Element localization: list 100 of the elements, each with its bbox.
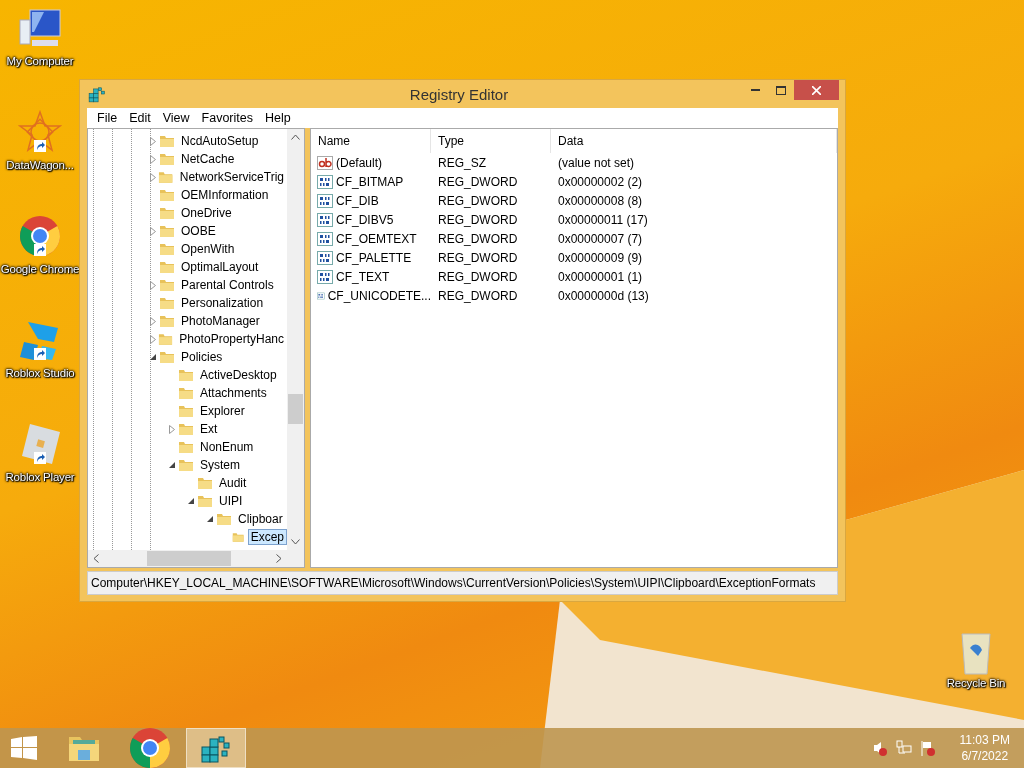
menu-item[interactable]: Favorites [195, 111, 259, 125]
value-name[interactable]: CF_DIBV5 [336, 212, 394, 227]
tree-item[interactable]: ActiveDesktop [197, 367, 280, 383]
tree-item[interactable]: Attachments [197, 385, 270, 401]
menu-item[interactable]: View [156, 111, 196, 125]
folder-icon [197, 493, 213, 509]
value-name[interactable]: CF_TEXT [336, 269, 390, 284]
folder-icon [159, 349, 175, 365]
tree-item[interactable]: Parental Controls [178, 277, 277, 293]
folder-icon [68, 734, 100, 762]
flag-error-icon[interactable] [919, 740, 936, 756]
value-data: 0x00000009 (9) [557, 250, 644, 265]
folder-icon [178, 403, 194, 419]
horizontal-scrollbar[interactable] [88, 550, 304, 567]
folder-icon [178, 421, 194, 437]
tree-item[interactable]: Policies [178, 349, 226, 365]
binary-value-icon [317, 269, 333, 284]
value-name[interactable]: CF_PALETTE [336, 250, 412, 265]
scrollbar-thumb[interactable] [288, 394, 303, 424]
tree-item[interactable]: UIPI [216, 493, 246, 509]
tree-item[interactable]: OneDrive [178, 205, 235, 221]
value-name[interactable]: CF_DIB [336, 193, 379, 208]
tree-item[interactable]: NetCache [178, 151, 238, 167]
scroll-down-icon[interactable] [291, 539, 300, 545]
tree-item[interactable]: System [197, 457, 243, 473]
value-name[interactable]: (Default) [336, 155, 382, 170]
value-name[interactable]: CF_OEMTEXT [336, 231, 417, 246]
shortcut-arrow-icon [34, 244, 46, 256]
tree-item[interactable]: Excep [247, 529, 287, 545]
shortcut-arrow-icon [34, 140, 46, 152]
scrollbar-thumb[interactable] [147, 551, 231, 566]
value-name[interactable]: CF_BITMAP [336, 174, 404, 189]
folder-icon [178, 385, 194, 401]
key-path: Computer\HKEY_LOCAL_MACHINE\SOFTWARE\Microsoft\Windows\CurrentVersion\Policies\System\UIPI\Clipboard\ExceptionFormats [91, 576, 816, 590]
scroll-left-icon[interactable] [93, 554, 99, 563]
windows-logo-icon[interactable] [11, 736, 37, 760]
tree-item[interactable]: OptimalLayout [178, 259, 262, 275]
tree-item[interactable]: OOBE [178, 223, 219, 239]
tree-item[interactable]: NonEnum [197, 439, 257, 455]
value-data: 0x00000002 (2) [557, 174, 644, 189]
close-icon[interactable] [812, 85, 821, 95]
tree-item[interactable]: Audit [216, 475, 250, 491]
collapse-arrow-icon[interactable] [150, 354, 156, 360]
tree-item[interactable]: Ext [197, 421, 221, 437]
expand-arrow-icon[interactable] [169, 424, 175, 434]
maximize-icon[interactable] [776, 85, 786, 95]
tree-item[interactable]: NetworkServiceTrig [176, 169, 287, 185]
tree-item[interactable]: Personalization [178, 295, 267, 311]
value-data: 0x00000011 (17) [557, 212, 649, 227]
folder-icon [159, 133, 175, 149]
tree-item[interactable]: Clipboar [235, 511, 286, 527]
star-pattern-icon [18, 110, 62, 154]
value-type: REG_DWORD [437, 288, 519, 303]
value-data: (value not set) [557, 155, 636, 170]
expand-arrow-icon[interactable] [150, 226, 156, 236]
vertical-scrollbar[interactable] [287, 129, 304, 550]
tree-item[interactable]: OEMInformation [178, 187, 272, 203]
folder-icon [216, 511, 232, 527]
folder-icon [159, 313, 175, 329]
tree-item[interactable]: NcdAutoSetup [178, 133, 262, 149]
tree-item[interactable]: Explorer [197, 403, 248, 419]
folder-icon [159, 277, 175, 293]
tree-item[interactable]: OpenWith [178, 241, 238, 257]
menu-item[interactable]: Edit [123, 111, 157, 125]
shortcut-arrow-icon [34, 452, 46, 464]
scroll-up-icon[interactable] [291, 134, 300, 140]
tree-item[interactable]: PhotoManager [178, 313, 263, 329]
binary-value-icon [317, 193, 333, 208]
column-header[interactable]: Data [551, 129, 837, 153]
folder-icon [178, 367, 194, 383]
collapse-arrow-icon[interactable] [207, 516, 213, 522]
column-header[interactable]: Name [311, 129, 431, 153]
value-data: 0x00000001 (1) [557, 269, 644, 284]
registry-cubes-icon [200, 733, 232, 763]
menu-item[interactable]: Help [259, 111, 297, 125]
scroll-right-icon[interactable] [276, 554, 282, 563]
expand-arrow-icon[interactable] [150, 280, 156, 290]
collapse-arrow-icon[interactable] [169, 462, 175, 468]
value-name[interactable]: CF_UNICODETE... [327, 288, 431, 303]
folder-icon [159, 241, 175, 257]
shortcut-arrow-icon [34, 348, 46, 360]
folder-icon [159, 187, 175, 203]
folder-icon [178, 439, 194, 455]
folder-icon [159, 205, 175, 221]
string-value-icon [317, 155, 333, 170]
tree-item[interactable]: PhotoPropertyHanc [176, 331, 287, 347]
column-header[interactable]: Type [431, 129, 551, 153]
value-type: REG_DWORD [437, 231, 519, 246]
menu-item[interactable]: File [91, 111, 124, 125]
binary-value-icon [317, 174, 333, 189]
value-data: 0x00000008 (8) [557, 193, 644, 208]
binary-value-icon [317, 231, 333, 246]
folder-icon [159, 295, 175, 311]
muted-speaker-icon[interactable] [871, 740, 888, 756]
folder-icon [159, 223, 175, 239]
minimize-icon[interactable] [750, 89, 760, 91]
collapse-arrow-icon[interactable] [188, 498, 194, 504]
value-type: REG_DWORD [437, 174, 519, 189]
taskbar-button[interactable] [186, 728, 246, 768]
close-button[interactable] [794, 80, 839, 100]
